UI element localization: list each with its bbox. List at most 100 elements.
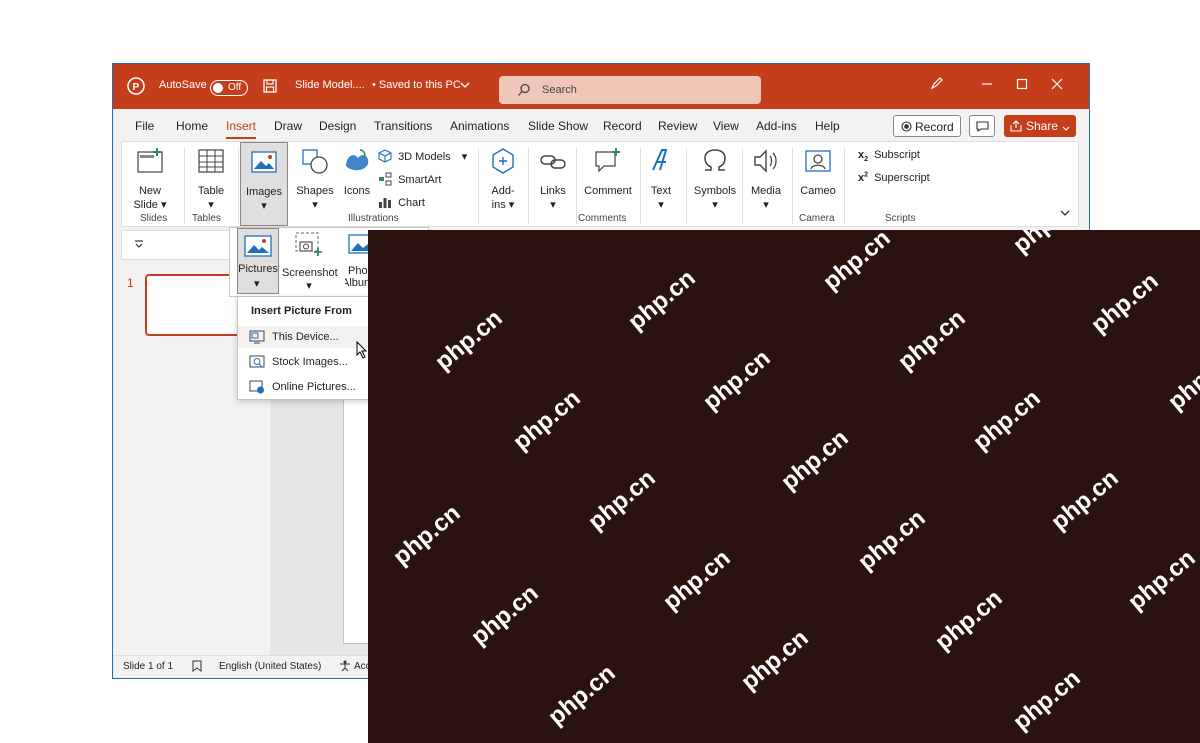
stock-images-icon xyxy=(249,355,265,372)
app-logo-icon: P xyxy=(127,77,145,98)
table-icon xyxy=(188,146,234,180)
tab-file[interactable]: File xyxy=(135,119,154,133)
share-label: Share xyxy=(1026,119,1059,133)
close-icon[interactable] xyxy=(1047,76,1067,96)
chevron-down-icon: ▾ xyxy=(550,199,556,211)
watermark-text: php.cn xyxy=(658,544,736,616)
icons-button[interactable]: Icons xyxy=(338,146,376,198)
icons-icon xyxy=(338,146,376,180)
cube-icon xyxy=(378,149,392,166)
group-label-tables: Tables xyxy=(192,213,221,224)
symbols-button[interactable]: Symbols ▾ xyxy=(692,146,738,212)
collapse-ribbon-icon[interactable] xyxy=(1060,208,1070,221)
notes-icon[interactable] xyxy=(191,660,203,675)
tab-transitions[interactable]: Transitions xyxy=(374,119,432,133)
images-button[interactable]: Images ▾ xyxy=(240,142,288,226)
tab-design[interactable]: Design xyxy=(319,119,356,133)
save-icon[interactable] xyxy=(263,79,277,96)
chevron-down-icon: ▾ xyxy=(461,151,468,164)
group-divider xyxy=(640,148,641,224)
superscript-button[interactable]: x2 Superscript xyxy=(858,171,930,184)
screenshot-button[interactable]: Screenshot ▾ xyxy=(282,230,338,292)
cameo-icon xyxy=(796,146,840,180)
text-button[interactable]: Text ▾ xyxy=(644,146,678,212)
add-ins-label-2: ins xyxy=(491,199,506,211)
subscript-button[interactable]: x2 Subscript xyxy=(858,149,920,163)
pictures-button[interactable]: Pictures ▾ xyxy=(237,228,279,294)
chevron-down-icon[interactable] xyxy=(460,80,470,93)
autosave-label: AutoSave xyxy=(159,79,207,91)
subscript-label: Subscript xyxy=(874,149,920,161)
chevron-down-icon: ▾ xyxy=(312,199,318,211)
tab-record[interactable]: Record xyxy=(603,119,642,133)
tab-add-ins[interactable]: Add-ins xyxy=(756,119,797,133)
cameo-button[interactable]: Cameo xyxy=(796,146,840,198)
group-divider xyxy=(478,148,479,224)
search-box[interactable]: Search xyxy=(499,76,761,104)
smartart-icon xyxy=(378,172,392,189)
add-ins-button[interactable]: Add- ins ▾ xyxy=(482,146,524,212)
chevron-down-icon: ▾ xyxy=(658,199,664,211)
customize-icon[interactable] xyxy=(134,239,144,252)
speaker-icon xyxy=(746,146,786,180)
comments-button[interactable] xyxy=(969,115,995,137)
menu-item-label: Stock Images... xyxy=(272,356,348,368)
3d-models-button[interactable]: 3D Models ▾ xyxy=(378,149,467,166)
record-button[interactable]: Record xyxy=(893,115,961,137)
watermark-overlay: php.cn php.cn php.cn php.cn php.cn php.c… xyxy=(368,230,1200,743)
tab-home[interactable]: Home xyxy=(176,119,208,133)
group-divider xyxy=(686,148,687,224)
autosave-toggle[interactable]: Off xyxy=(210,80,248,96)
chevron-down-icon xyxy=(1062,122,1070,136)
minimize-icon[interactable] xyxy=(977,76,997,96)
pictures-label: Pictures xyxy=(238,263,278,275)
tab-view[interactable]: View xyxy=(713,119,739,133)
superscript-label: Superscript xyxy=(874,171,930,184)
watermark-text: php.cn xyxy=(623,264,701,336)
chevron-down-icon: ▾ xyxy=(505,199,515,211)
watermark-text: php.cn xyxy=(698,344,776,416)
search-placeholder: Search xyxy=(542,84,577,96)
accessibility-icon[interactable] xyxy=(339,660,351,675)
svg-text:P: P xyxy=(133,82,140,93)
group-divider xyxy=(528,148,529,224)
add-ins-label-1: Add- xyxy=(491,185,515,197)
links-button[interactable]: Links ▾ xyxy=(532,146,574,212)
shapes-button[interactable]: Shapes ▾ xyxy=(294,146,336,212)
images-label: Images xyxy=(245,186,283,198)
watermark-text: php.cn xyxy=(466,579,544,651)
watermark-text: php.cn xyxy=(543,659,621,731)
new-slide-button[interactable]: New Slide ▾ xyxy=(128,146,172,212)
media-button[interactable]: Media ▾ xyxy=(746,146,786,212)
save-status[interactable]: • Saved to this PC xyxy=(372,79,461,91)
share-button[interactable]: Share xyxy=(1004,115,1076,137)
autosave-state: Off xyxy=(228,82,242,93)
language-status[interactable]: English (United States) xyxy=(219,661,321,672)
cameo-label: Cameo xyxy=(800,185,836,197)
document-name[interactable]: Slide Model.... xyxy=(295,79,365,91)
chart-button[interactable]: Chart xyxy=(378,195,425,212)
comment-button[interactable]: Comment xyxy=(580,146,636,198)
tab-draw[interactable]: Draw xyxy=(274,119,302,133)
menu-item-online-pictures[interactable]: Online Pictures... xyxy=(238,376,386,398)
tab-help[interactable]: Help xyxy=(815,119,840,133)
online-pictures-icon xyxy=(249,380,265,397)
chart-icon xyxy=(378,195,392,212)
tab-insert[interactable]: Insert xyxy=(226,119,257,139)
designer-pen-icon[interactable] xyxy=(927,76,947,96)
shapes-label: Shapes xyxy=(296,185,334,197)
tab-slide-show[interactable]: Slide Show xyxy=(528,119,588,133)
smartart-button[interactable]: SmartArt xyxy=(378,172,441,189)
chevron-down-icon: ▾ xyxy=(306,280,312,292)
shapes-icon xyxy=(294,146,336,180)
screenshot-icon xyxy=(294,232,324,261)
comment-icon xyxy=(976,121,989,135)
watermark-text: php.cn xyxy=(736,624,814,696)
link-icon xyxy=(532,146,574,180)
group-divider xyxy=(184,148,185,224)
maximize-icon[interactable] xyxy=(1012,76,1032,96)
tab-animations[interactable]: Animations xyxy=(450,119,509,133)
text-label: Text xyxy=(650,185,672,197)
tab-review[interactable]: Review xyxy=(658,119,697,133)
table-button[interactable]: Table ▾ xyxy=(188,146,234,212)
